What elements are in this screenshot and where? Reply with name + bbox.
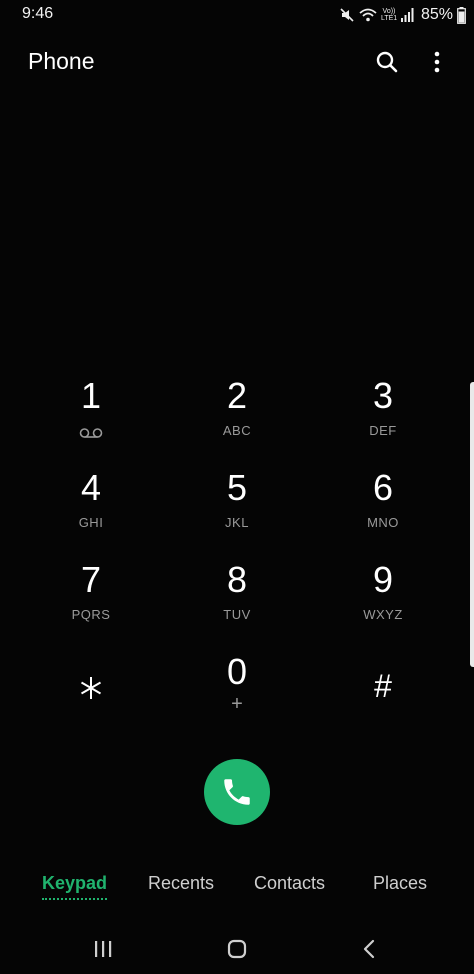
key-4[interactable]: 4 GHI <box>18 458 164 550</box>
key-digit: # <box>374 668 392 704</box>
phone-icon <box>224 779 250 805</box>
status-bar: 9:46 Vo)) LTE1 85% <box>0 0 474 30</box>
key-digit: 6 <box>372 467 394 508</box>
key-digit: 0 <box>226 651 248 692</box>
key-letters: ABC <box>222 423 252 438</box>
wifi-icon <box>359 7 377 23</box>
more-options-button[interactable] <box>419 44 455 80</box>
key-letters: JKL <box>225 515 249 530</box>
signal-icon <box>400 7 415 23</box>
key-8[interactable]: 8 TUV <box>164 550 310 642</box>
key-letters: DEF <box>369 423 397 438</box>
key-digit: 8 <box>226 559 248 600</box>
key-letters: TUV <box>223 607 251 622</box>
call-button[interactable] <box>204 759 270 825</box>
mute-icon <box>339 7 355 23</box>
key-1[interactable]: 1 <box>18 366 164 458</box>
key-hash[interactable]: # <box>310 642 456 734</box>
more-vertical-icon <box>434 51 440 73</box>
key-letters: MNO <box>367 515 399 530</box>
key-plus: + <box>231 693 243 715</box>
home-button[interactable] <box>219 934 255 964</box>
key-digit: 4 <box>80 467 102 508</box>
key-digit: 9 <box>372 559 394 600</box>
bottom-tabs: Keypad Recents Contacts Places <box>0 865 474 905</box>
battery-icon <box>457 6 466 24</box>
voicemail-icon <box>79 426 103 444</box>
recent-apps-icon <box>95 941 112 957</box>
page-title: Phone <box>28 48 95 74</box>
tab-places[interactable]: Places <box>373 873 427 894</box>
key-star[interactable] <box>18 642 164 734</box>
search-button[interactable] <box>369 44 405 80</box>
key-digit: 2 <box>226 375 248 416</box>
dialer-keypad: 1 2 ABC 3 DEF 4 GHI 5 JKL 6 MNO 7 PQRS 8… <box>18 366 456 734</box>
key-5[interactable]: 5 JKL <box>164 458 310 550</box>
battery-percent: 85% <box>420 6 453 23</box>
key-digit: 1 <box>80 375 102 416</box>
star-icon <box>78 668 104 708</box>
navigation-bar <box>0 926 474 974</box>
key-letters: WXYZ <box>363 607 403 622</box>
phone-screen: 9:46 Vo)) LTE1 85% Phone 1 2 ABC 3 DEF 4… <box>0 0 474 974</box>
key-6[interactable]: 6 MNO <box>310 458 456 550</box>
tab-keypad[interactable]: Keypad <box>42 873 108 900</box>
key-digit: 5 <box>226 467 248 508</box>
back-icon <box>363 939 375 959</box>
tab-contacts[interactable]: Contacts <box>254 873 325 894</box>
key-letters: PQRS <box>71 607 111 622</box>
key-digit: 7 <box>80 559 102 600</box>
key-0[interactable]: 0 + <box>164 642 310 734</box>
lte-badge: Vo)) LTE1 <box>381 8 397 22</box>
status-time: 9:46 <box>22 5 54 22</box>
tab-recents[interactable]: Recents <box>148 873 214 894</box>
key-9[interactable]: 9 WXYZ <box>310 550 456 642</box>
key-3[interactable]: 3 DEF <box>310 366 456 458</box>
recent-apps-button[interactable] <box>85 934 121 964</box>
status-icons: Vo)) LTE1 85% <box>339 4 466 26</box>
key-letters: GHI <box>78 515 104 530</box>
key-2[interactable]: 2 ABC <box>164 366 310 458</box>
key-7[interactable]: 7 PQRS <box>18 550 164 642</box>
back-button[interactable] <box>351 934 387 964</box>
search-icon <box>376 51 398 73</box>
edge-panel-handle[interactable] <box>470 382 474 667</box>
key-digit: 3 <box>372 375 394 416</box>
home-icon <box>227 939 247 959</box>
lte-label: LTE1 <box>380 15 398 22</box>
volte-label: Vo)) <box>382 8 396 15</box>
